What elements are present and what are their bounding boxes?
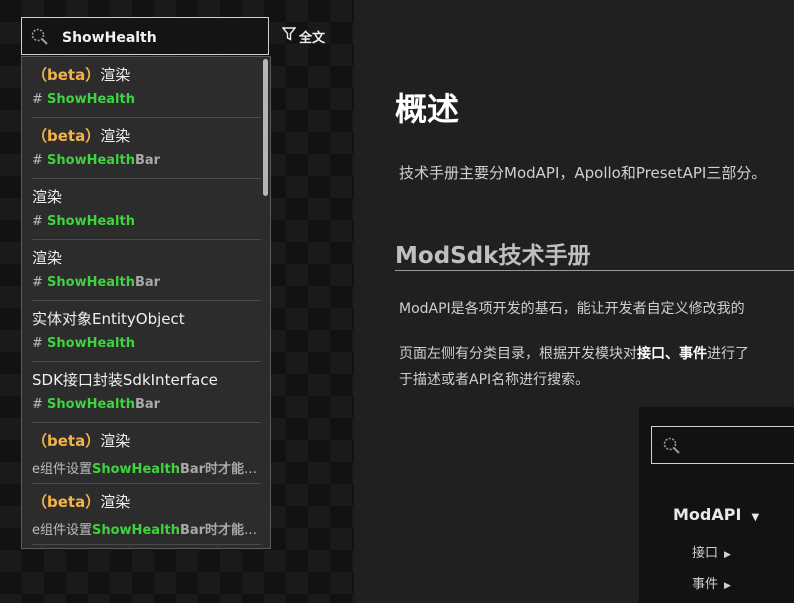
- snippet-highlight: ShowHealth: [92, 523, 180, 538]
- search-input[interactable]: [60, 24, 264, 52]
- snippet-highlight: ShowHealth: [47, 397, 135, 412]
- snippet-prefix: #: [32, 397, 48, 412]
- result-item[interactable]: SDK接口封装SdkInterface # ShowHealthBar: [32, 362, 261, 423]
- preview-nav-item: 接口 ▶: [692, 542, 731, 561]
- section-divider: [395, 270, 794, 271]
- snippet-tail: Bar时才能显...: [179, 462, 261, 477]
- section-title: ModSdk技术手册: [395, 243, 591, 269]
- snippet-tail: Bar时才能显...: [179, 523, 261, 538]
- paragraph-text: 于描述或者API名称进行搜索。: [399, 372, 590, 388]
- snippet-highlight: ShowHealth: [47, 336, 135, 351]
- nav-title-text: ModAPI: [673, 505, 742, 524]
- snippet-highlight: ShowHealth: [47, 275, 135, 290]
- result-title: 渲染: [32, 186, 62, 207]
- result-title-text: 渲染: [100, 432, 131, 450]
- nav-item-label: 事件: [692, 577, 719, 592]
- result-snippet: e组件设置ShowHealthBar时才能显...: [32, 519, 261, 538]
- snippet-tail: Bar: [134, 275, 161, 290]
- result-item[interactable]: （beta）渲染 # ShowHealth: [32, 57, 261, 118]
- result-snippet: e组件设置ShowHealthBar时才能显...: [32, 458, 261, 477]
- snippet-prefix: e组件设置: [32, 462, 92, 477]
- triangle-down-icon: ▼: [751, 512, 760, 523]
- beta-tag: （beta）: [32, 127, 101, 145]
- result-snippet: # ShowHealthBar: [32, 153, 261, 168]
- search-box[interactable]: [21, 17, 269, 55]
- triangle-right-icon: ▶: [724, 550, 731, 560]
- preview-image: ModAPI ▼ 接口 ▶ 事件 ▶: [639, 407, 794, 603]
- preview-search-box: [651, 426, 794, 464]
- search-icon: [662, 436, 682, 456]
- triangle-right-icon: ▶: [724, 581, 731, 591]
- snippet-prefix: #: [32, 153, 48, 168]
- search-icon: [30, 27, 50, 47]
- modapi-paragraph: ModAPI是各项开发的基石，能让开发者自定义修改我的: [399, 301, 745, 317]
- fulltext-filter-button[interactable]: 全文: [281, 26, 326, 46]
- snippet-prefix: #: [32, 275, 48, 290]
- result-item[interactable]: （beta）渲染 # ShowHealthBar: [32, 118, 261, 179]
- snippet-highlight: ShowHealth: [47, 153, 135, 168]
- search-results-dropdown[interactable]: （beta）渲染 # ShowHealth （beta）渲染 # ShowHealth…: [21, 56, 271, 549]
- result-title-text: 渲染: [100, 493, 131, 511]
- paragraph-text: 进行了: [707, 346, 749, 362]
- preview-nav-item: 事件 ▶: [692, 573, 731, 592]
- beta-tag: （beta）: [32, 493, 101, 511]
- result-title: 渲染: [32, 247, 62, 268]
- result-item[interactable]: （beta）渲染 e组件设置ShowHealthBar时才能显...: [32, 484, 261, 545]
- result-title-text: 渲染: [100, 66, 131, 84]
- bold-separator: 、: [665, 346, 679, 362]
- beta-tag: （beta）: [32, 66, 101, 84]
- bold-interface: 接口: [637, 346, 665, 362]
- result-title-text: 渲染: [32, 188, 63, 206]
- intro-paragraph: 技术手册主要分ModAPI，Apollo和PresetAPI三部分。: [399, 164, 767, 182]
- result-item[interactable]: 渲染 # ShowHealth: [32, 179, 261, 240]
- snippet-highlight: ShowHealth: [47, 92, 135, 107]
- snippet-prefix: #: [32, 214, 48, 229]
- directory-paragraph: 页面左侧有分类目录，根据开发模块对接口、事件进行了 于描述或者API名称进行搜索…: [399, 341, 749, 393]
- dropdown-scrollbar[interactable]: [263, 59, 268, 196]
- snippet-prefix: #: [32, 92, 48, 107]
- result-title: 实体对象EntityObject: [32, 308, 185, 329]
- result-item[interactable]: 实体对象EntityObject # ShowHealth: [32, 301, 261, 362]
- result-title: （beta）渲染: [32, 64, 130, 85]
- result-snippet: # ShowHealth: [32, 92, 261, 107]
- filter-icon: [281, 27, 297, 45]
- result-title: （beta）渲染: [32, 491, 130, 512]
- result-title-text: SDK接口封装SdkInterface: [32, 371, 218, 389]
- nav-item-label: 接口: [692, 546, 719, 561]
- result-title-text: 实体对象EntityObject: [32, 310, 185, 328]
- snippet-tail: Bar: [134, 153, 161, 168]
- result-item[interactable]: 渲染 # ShowHealthBar: [32, 240, 261, 301]
- result-snippet: # ShowHealthBar: [32, 275, 261, 290]
- snippet-highlight: ShowHealth: [47, 214, 135, 229]
- preview-nav-title: ModAPI ▼: [673, 505, 759, 524]
- result-snippet: # ShowHealthBar: [32, 397, 261, 412]
- result-title: SDK接口封装SdkInterface: [32, 369, 218, 390]
- result-item[interactable]: （beta）渲染 e组件设置ShowHealthBar时才能显...: [32, 423, 261, 484]
- bold-event: 事件: [679, 346, 707, 362]
- result-title-text: 渲染: [32, 249, 63, 267]
- result-title-text: 渲染: [100, 127, 131, 145]
- results-list: （beta）渲染 # ShowHealth （beta）渲染 # ShowHealth…: [22, 57, 262, 545]
- result-title: （beta）渲染: [32, 125, 130, 146]
- snippet-tail: Bar: [134, 397, 161, 412]
- result-snippet: # ShowHealth: [32, 214, 261, 229]
- result-title: （beta）渲染: [32, 430, 130, 451]
- snippet-highlight: ShowHealth: [92, 462, 180, 477]
- snippet-prefix: #: [32, 336, 48, 351]
- snippet-prefix: e组件设置: [32, 523, 92, 538]
- result-snippet: # ShowHealth: [32, 336, 261, 351]
- fulltext-label: 全文: [299, 30, 326, 46]
- page-title: 概述: [395, 90, 460, 128]
- paragraph-text: 页面左侧有分类目录，根据开发模块对: [399, 346, 637, 362]
- beta-tag: （beta）: [32, 432, 101, 450]
